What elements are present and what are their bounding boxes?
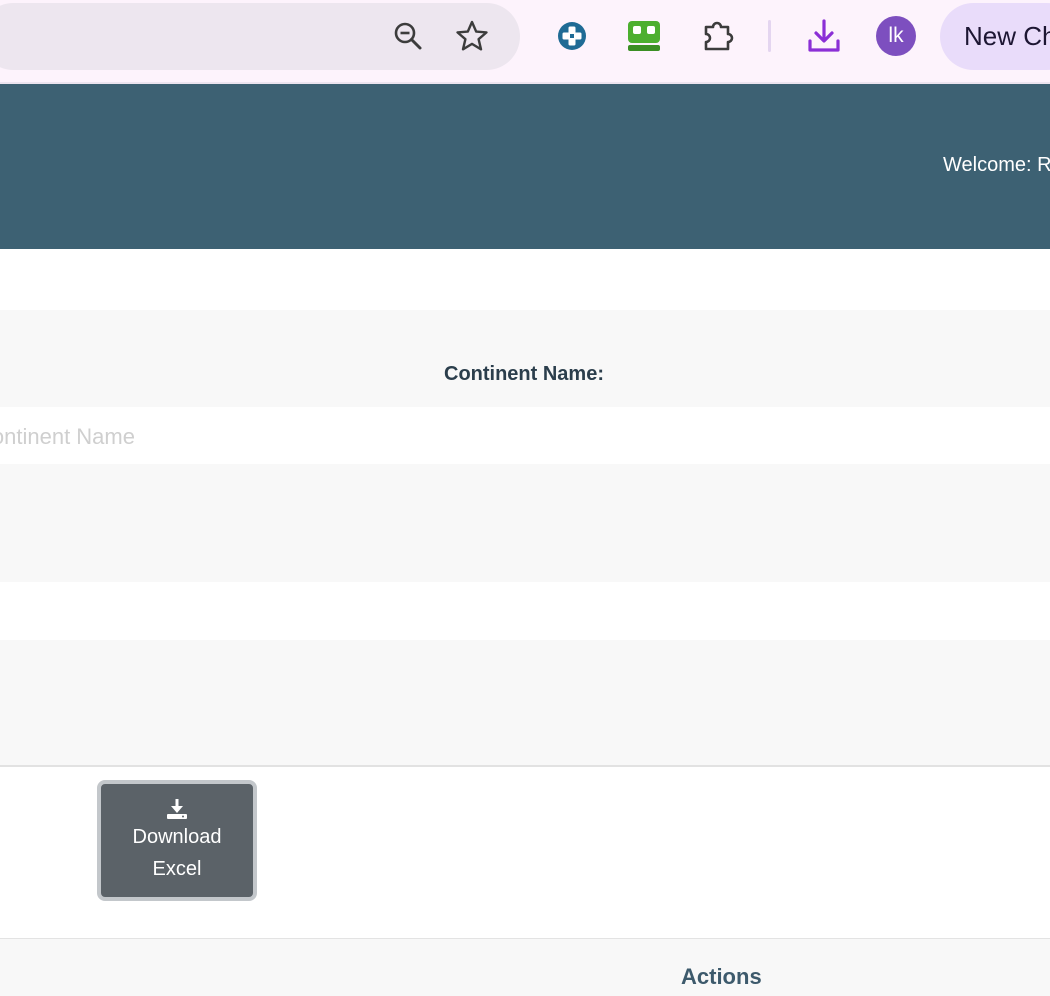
table-header-row: Actions <box>0 938 1050 996</box>
new-chat-button[interactable]: New Chat <box>940 3 1050 70</box>
download-excel-label-line1: Download <box>132 825 222 848</box>
medical-cross-extension-icon[interactable] <box>554 18 590 54</box>
star-icon[interactable] <box>454 18 490 54</box>
continent-name-label: Continent Name: <box>444 363 604 385</box>
welcome-text: Welcome: R <box>943 154 1050 176</box>
form-row-band <box>0 464 1050 582</box>
address-bar[interactable] <box>0 3 520 70</box>
zoom-out-icon[interactable] <box>390 18 426 54</box>
profile-avatar[interactable]: lk <box>876 16 916 56</box>
actions-column-header: Actions <box>681 964 762 989</box>
download-tray-icon <box>166 797 188 821</box>
robot-extension-icon[interactable] <box>624 16 664 56</box>
download-excel-button[interactable]: Download Excel <box>97 780 257 901</box>
toolbar-separator <box>768 20 771 52</box>
continent-name-input[interactable] <box>0 420 576 454</box>
form-row-band <box>0 640 1050 765</box>
form-bottom-border <box>0 765 1050 767</box>
download-icon[interactable] <box>804 16 844 56</box>
app-header: Welcome: R <box>0 84 1050 249</box>
download-excel-label-line2: Excel <box>152 857 202 880</box>
browser-toolbar: lk New Chat <box>0 0 1050 82</box>
form-label-band <box>0 310 1050 407</box>
puzzle-extensions-icon[interactable] <box>698 16 738 56</box>
